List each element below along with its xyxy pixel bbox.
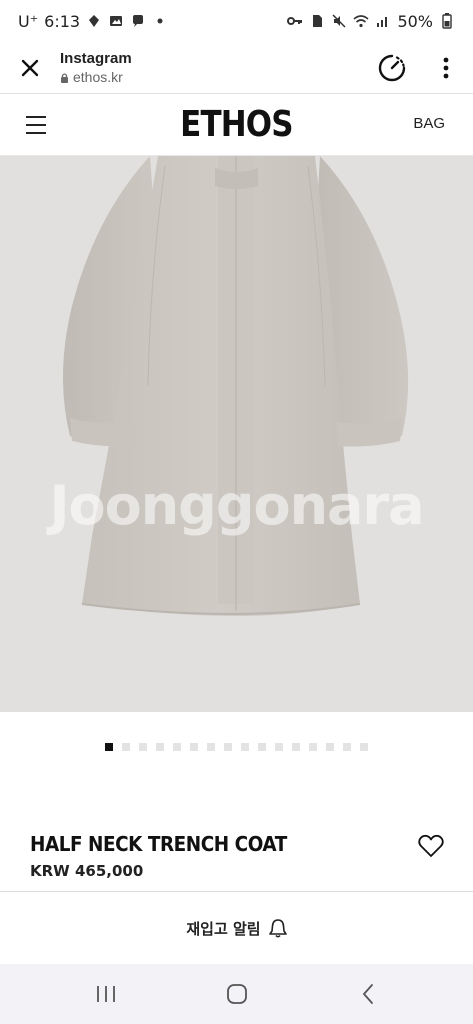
signal-icon [375,13,391,29]
recent-apps-icon [96,986,115,1002]
carousel-indicator [0,743,473,753]
lock-icon [61,72,68,83]
carousel-dot[interactable] [156,743,164,751]
data-saver-button[interactable] [365,42,419,94]
site-header: ETHOS BAG [0,94,473,156]
home-icon [226,984,247,1004]
url-block[interactable]: Instagram ethos.kr [60,50,365,85]
product-image[interactable]: Joonggonara [0,156,473,712]
product-name: HALF NECK TRENCH COAT [30,832,287,856]
carousel-dot[interactable] [258,743,266,751]
heart-icon [418,834,444,857]
restock-alert-button[interactable]: 재입고 알림 [0,892,473,964]
more-vertical-icon [443,57,449,78]
chat-icon [130,13,146,29]
carrier-label: U⁺ [18,11,39,31]
page-source-title: Instagram [60,50,132,67]
status-right: 50% [287,12,455,31]
wifi-icon [353,13,369,29]
brand-logo[interactable]: ETHOS [180,104,293,145]
browser-toolbar: Instagram ethos.kr [0,42,473,94]
carousel-dot[interactable] [122,743,130,751]
carousel-dot[interactable] [326,743,334,751]
url-text: ethos.kr [73,69,123,85]
carousel-dot-active[interactable] [105,743,113,751]
battery-percent: 50% [397,11,433,31]
back-button[interactable] [338,969,398,1019]
gauge-icon [378,54,406,81]
hamburger-icon-line [26,124,46,126]
recent-apps-button[interactable] [76,969,136,1019]
restock-alert-label: 재입고 알림 [186,919,261,938]
close-button[interactable] [0,42,60,94]
carousel-dot[interactable] [173,743,181,751]
maps-icon [86,13,102,29]
carousel-dot[interactable] [224,743,232,751]
clock: 6:13 [44,11,81,31]
more-options-button[interactable] [419,42,473,94]
menu-button[interactable] [26,112,52,138]
dot-icon [152,13,168,29]
carousel-dot[interactable] [241,743,249,751]
carousel-dot[interactable] [292,743,300,751]
sim-icon [309,13,325,29]
back-icon [362,984,373,1004]
status-bar: U⁺ 6:13 50% [0,0,473,42]
carousel-dot[interactable] [343,743,351,751]
key-icon [287,13,303,29]
hamburger-icon-line [26,132,46,134]
wishlist-button[interactable] [416,831,446,861]
carousel-dot[interactable] [360,743,368,751]
product-info: HALF NECK TRENCH COAT KRW 465,000 [30,832,450,880]
close-icon [21,59,39,76]
watermark-text: Joonggonara [49,474,424,537]
carousel-dot[interactable] [190,743,198,751]
coat-illustration [62,156,409,616]
bag-link[interactable]: BAG [413,115,445,132]
carousel-dot[interactable] [139,743,147,751]
gallery-icon [108,13,124,29]
bell-icon [268,919,287,938]
hamburger-icon-line [26,116,46,118]
product-price: KRW 465,000 [30,862,144,880]
carousel-dot[interactable] [309,743,317,751]
carousel-dot[interactable] [207,743,215,751]
home-button[interactable] [207,969,267,1019]
status-left: U⁺ 6:13 [18,12,168,31]
battery-icon [439,13,455,29]
carousel-dot[interactable] [275,743,283,751]
system-nav-bar [0,964,473,1024]
url-line: ethos.kr [60,69,365,85]
mute-icon [331,13,347,29]
